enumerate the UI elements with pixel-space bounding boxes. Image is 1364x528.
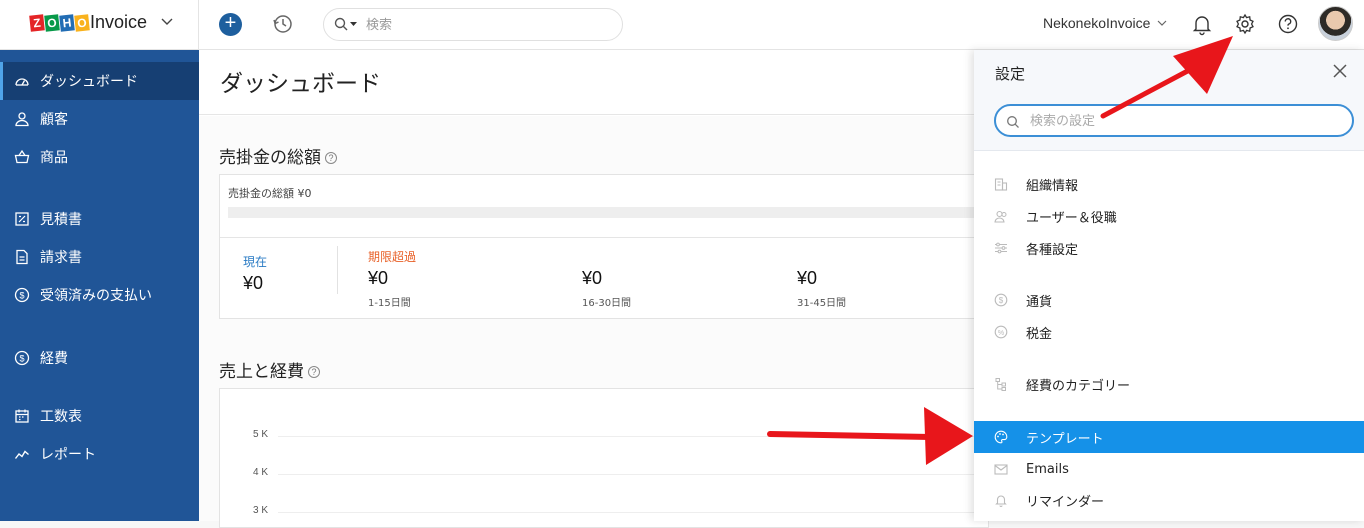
overdue-label: 期限超過 (368, 250, 417, 264)
settings-title: 設定 (995, 65, 1026, 83)
overdue-1-15-label: 1-15日間 (368, 298, 411, 309)
report-icon (14, 446, 30, 462)
sidebar-item-customers[interactable]: 顧客 (0, 100, 199, 138)
gridline (278, 474, 978, 475)
settings-item-preferences[interactable]: 各種設定 (974, 232, 1364, 264)
settings-item-expense-categories[interactable]: 経費のカテゴリー (974, 368, 1364, 400)
settings-item-currencies[interactable]: $ 通貨 (974, 284, 1364, 316)
close-icon[interactable] (1330, 61, 1350, 81)
divider (220, 237, 980, 238)
overdue-31-45-label: 31-45日間 (797, 298, 847, 309)
history-icon[interactable] (272, 13, 294, 35)
chevron-down-icon (160, 14, 174, 31)
currency-icon: $ (994, 293, 1008, 307)
gridline (278, 512, 978, 513)
divider (337, 246, 338, 294)
expense-icon: $ (14, 350, 30, 366)
palette-icon (994, 430, 1008, 444)
avatar[interactable] (1318, 6, 1353, 41)
settings-item-users-roles[interactable]: ユーザー＆役職 (974, 200, 1364, 232)
sidebar: ダッシュボード 顧客 商品 見積書 請求書 $ 受領済みの支払い $ 経費 工数… (0, 50, 199, 521)
y-tick-label: 3 K (253, 505, 269, 516)
category-icon (994, 377, 1008, 391)
app-switcher[interactable]: Z O H O Invoice (0, 0, 199, 50)
invoice-icon (14, 249, 30, 265)
svg-text:$: $ (19, 354, 24, 364)
settings-item-emails[interactable]: Emails (974, 453, 1364, 485)
sliders-icon (994, 241, 1008, 255)
help-icon[interactable]: ? (325, 152, 337, 164)
settings-item-organization[interactable]: 組織情報 (974, 168, 1364, 200)
settings-item-templates[interactable]: テンプレート (974, 421, 1364, 453)
receivables-card: 売掛金の総額 ¥0 現在 ¥0 期限超過 ¥0 1-15日間 ¥0 16-30日… (219, 174, 989, 319)
search-icon (1006, 114, 1020, 128)
timesheet-icon (14, 408, 30, 424)
mail-icon (994, 462, 1008, 476)
settings-item-reminders[interactable]: リマインダー (974, 484, 1364, 516)
building-icon (994, 177, 1008, 191)
sidebar-item-invoices[interactable]: 請求書 (0, 238, 199, 276)
help-icon[interactable] (1275, 11, 1301, 37)
sidebar-item-expenses[interactable]: $ 経費 (0, 339, 199, 377)
sidebar-item-payments-received[interactable]: $ 受領済みの支払い (0, 276, 199, 314)
current-label: 現在 (243, 255, 268, 269)
search-icon[interactable] (334, 17, 360, 33)
bell-icon (994, 493, 1008, 507)
current-amount: ¥0 (243, 273, 264, 293)
zoho-logo: Z O H O (29, 14, 90, 33)
receivables-summary: 売掛金の総額 ¥0 (228, 187, 312, 200)
help-icon[interactable]: ? (308, 366, 320, 378)
payment-icon: $ (14, 287, 30, 303)
user-icon (14, 111, 30, 127)
sidebar-item-reports[interactable]: レポート (0, 435, 199, 473)
overdue-16-30-label: 16-30日間 (582, 298, 632, 309)
svg-text:%: % (998, 330, 1004, 337)
settings-item-taxes[interactable]: % 税金 (974, 316, 1364, 348)
dashboard-icon (14, 73, 30, 89)
svg-text:$: $ (19, 291, 24, 301)
sidebar-item-dashboard[interactable]: ダッシュボード (0, 62, 199, 100)
overdue-1-15-amount[interactable]: ¥0 (368, 268, 388, 289)
sidebar-item-timesheet[interactable]: 工数表 (0, 397, 199, 435)
estimate-icon (14, 211, 30, 227)
sidebar-item-estimates[interactable]: 見積書 (0, 200, 199, 238)
receivables-bar (228, 207, 988, 218)
search-input[interactable] (366, 15, 606, 35)
overdue-31-45-amount[interactable]: ¥0 (797, 268, 817, 289)
annotation-arrow-to-templates (767, 407, 973, 465)
app-name: Invoice (90, 12, 148, 32)
quick-create-button[interactable]: + (219, 13, 242, 36)
svg-text:$: $ (999, 296, 1004, 305)
overdue-16-30-amount[interactable]: ¥0 (582, 268, 602, 289)
y-tick-label: 4 K (253, 467, 269, 478)
users-icon (994, 209, 1008, 223)
sidebar-item-items[interactable]: 商品 (0, 138, 199, 176)
annotation-arrow-to-gear (1100, 36, 1233, 119)
org-name[interactable]: NekonekoInvoice (1043, 15, 1150, 31)
sales-expenses-heading: 売上と経費? (219, 357, 320, 382)
y-tick-label: 5 K (253, 429, 269, 440)
receivables-heading: 売掛金の総額? (219, 143, 337, 168)
page-header: ダッシュボード (199, 50, 974, 115)
global-search[interactable] (323, 8, 623, 41)
page-title: ダッシュボード (220, 71, 381, 97)
percent-icon: % (994, 325, 1008, 339)
basket-icon (14, 149, 30, 165)
